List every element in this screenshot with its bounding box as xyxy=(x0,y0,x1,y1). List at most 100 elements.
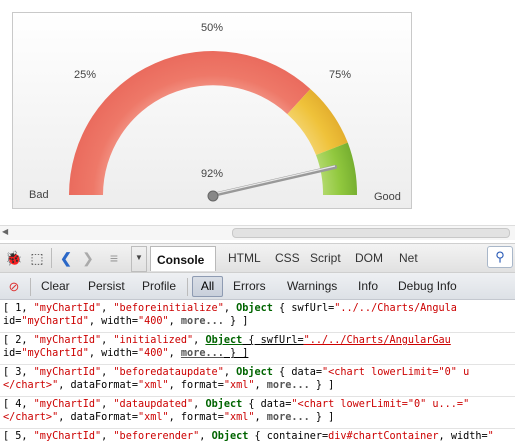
object-link[interactable]: Object xyxy=(212,431,249,442)
log-entry[interactable]: [ 4, "myChartId", "dataupdated", Object … xyxy=(0,398,515,429)
log-token: "myChartId" xyxy=(33,399,102,410)
gauge-chart: 50% 25% 75% Bad Good 92% xyxy=(12,12,412,209)
back-arrow-icon[interactable]: ❮ xyxy=(56,248,76,268)
console-log: [ 1, "myChartId", "beforeinitialize", Ob… xyxy=(0,300,515,448)
search-icon[interactable]: ⚲ xyxy=(487,246,513,268)
gauge-label-75: 75% xyxy=(329,69,352,81)
scrollbar-thumb[interactable] xyxy=(232,228,510,238)
tab-html[interactable]: HTML xyxy=(228,251,261,265)
log-token: </chart>" xyxy=(3,380,59,391)
object-link[interactable]: Object xyxy=(236,303,273,314)
log-entry[interactable]: [ 5, "myChartId", "beforerender", Object… xyxy=(0,430,515,448)
firebug-icon[interactable]: 🐞 xyxy=(4,248,24,268)
more-link[interactable]: more... xyxy=(181,348,224,359)
profile-button[interactable]: Profile xyxy=(142,279,176,293)
log-token: { xyxy=(272,367,292,378)
tab-net[interactable]: Net xyxy=(399,251,418,265)
object-link[interactable]: Object xyxy=(205,335,242,346)
inspect-icon[interactable]: ⬚ xyxy=(27,248,47,268)
log-token: , xyxy=(58,412,71,423)
persist-button[interactable]: Persist xyxy=(88,279,125,293)
log-token: , xyxy=(168,412,181,423)
log-token: } ] xyxy=(309,412,335,423)
more-link[interactable]: more... xyxy=(181,316,224,327)
clear-button[interactable]: Clear xyxy=(41,279,70,293)
log-token: format= xyxy=(180,412,224,423)
log-token: data= xyxy=(260,399,292,410)
log-token: , xyxy=(101,399,114,410)
log-token: "xml" xyxy=(223,380,255,391)
log-entry[interactable]: [ 3, "myChartId", "beforedataupdate", Ob… xyxy=(0,366,515,397)
object-link[interactable]: Object xyxy=(236,367,273,378)
log-token: , xyxy=(438,431,451,442)
log-token: "<chart lowerLimit="0" u...=" xyxy=(291,399,470,410)
gauge-label-50: 50% xyxy=(201,22,224,34)
log-token: "myChartId" xyxy=(21,348,89,359)
tab-dom[interactable]: DOM xyxy=(355,251,383,265)
log-token: , xyxy=(223,367,237,378)
log-entry[interactable]: [ 1, "myChartId", "beforeinitialize", Ob… xyxy=(0,302,515,333)
object-link[interactable]: Object xyxy=(205,399,242,410)
log-token: width= xyxy=(450,431,488,442)
forward-arrow-icon[interactable]: ❯ xyxy=(78,248,98,268)
log-token: " xyxy=(487,431,494,442)
log-token: { xyxy=(248,431,267,442)
log-token: , xyxy=(168,348,181,359)
log-token: "xml" xyxy=(137,412,169,423)
log-token: [ 4, xyxy=(3,399,34,410)
tab-css[interactable]: CSS xyxy=(275,251,300,265)
log-token: } ] xyxy=(223,348,249,359)
log-token: { xyxy=(242,399,261,410)
log-token: , xyxy=(168,316,181,327)
gauge-svg xyxy=(69,51,358,202)
more-link[interactable]: more... xyxy=(267,380,310,391)
log-token: [ 5, xyxy=(3,431,34,442)
log-token: [ 3, xyxy=(3,367,34,378)
log-token: , xyxy=(223,303,237,314)
gauge-label-good: Good xyxy=(374,191,401,203)
log-token: "myChartId" xyxy=(21,316,89,327)
log-token: { xyxy=(272,303,292,314)
log-token: "myChartId" xyxy=(33,431,102,442)
command-line-icon[interactable]: ≡ xyxy=(104,248,124,268)
filter-errors[interactable]: Errors xyxy=(233,279,266,293)
log-token: , xyxy=(168,380,181,391)
log-token: , xyxy=(254,380,267,391)
log-token: swfUrl= xyxy=(291,303,335,314)
gauge-label-bad: Bad xyxy=(29,189,49,201)
log-token: dataFormat= xyxy=(70,380,138,391)
log-token: , xyxy=(88,348,102,359)
log-token: "myChartId" xyxy=(33,367,102,378)
clear-console-icon[interactable]: ⊘ xyxy=(4,277,24,297)
log-line: </chart>", dataFormat="xml", format="xml… xyxy=(3,379,515,392)
log-token: , xyxy=(101,303,114,314)
log-line: [ 3, "myChartId", "beforedataupdate", Ob… xyxy=(3,366,515,379)
tab-console[interactable]: Console ▼ xyxy=(150,246,216,280)
log-token: width= xyxy=(101,348,138,359)
filter-all[interactable]: All xyxy=(192,276,223,297)
log-token: , xyxy=(193,399,206,410)
log-line: [ 5, "myChartId", "beforerender", Object… xyxy=(3,430,515,443)
filter-info[interactable]: Info xyxy=(358,279,378,293)
log-token: } ] xyxy=(309,380,335,391)
menu-dropdown-icon[interactable]: ▼ xyxy=(131,246,147,272)
log-token: "initialized" xyxy=(113,335,194,346)
log-token: "dataupdated" xyxy=(113,399,194,410)
tab-script[interactable]: Script xyxy=(310,251,341,265)
log-token: format= xyxy=(180,380,224,391)
log-token: "400" xyxy=(137,316,169,327)
scroll-left-arrow-icon[interactable]: ◀ xyxy=(2,227,8,236)
gauge-pivot xyxy=(207,190,219,202)
log-line: id="myChartId", width="400", more... } ] xyxy=(3,347,515,360)
log-token: { xyxy=(242,335,261,346)
log-line: [ 2, "myChartId", "initialized", Object … xyxy=(3,334,515,347)
filter-debug-info[interactable]: Debug Info xyxy=(398,279,457,293)
log-entry[interactable]: [ 2, "myChartId", "initialized", Object … xyxy=(0,334,515,365)
log-token: "beforerender" xyxy=(113,431,200,442)
log-token: id= xyxy=(3,348,22,359)
log-token: [ 2, xyxy=(3,335,34,346)
filter-warnings[interactable]: Warnings xyxy=(287,279,337,293)
log-token: data= xyxy=(291,367,322,378)
more-link[interactable]: more... xyxy=(267,412,310,423)
log-token: "<chart lowerLimit="0" u xyxy=(322,367,470,378)
